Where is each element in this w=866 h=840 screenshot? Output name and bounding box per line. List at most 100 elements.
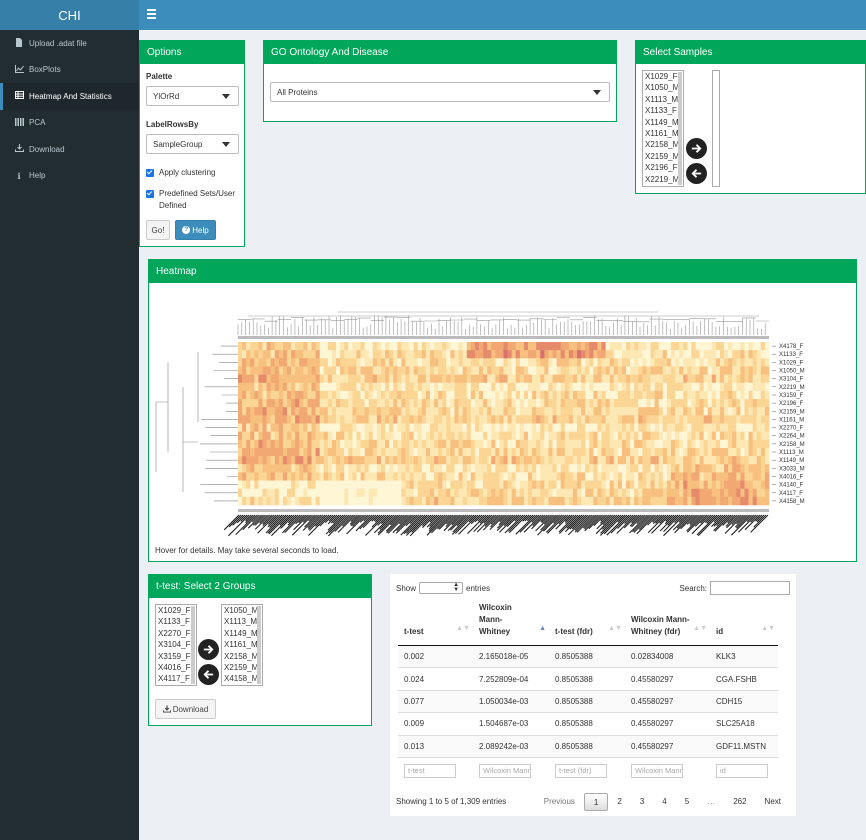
palette-select[interactable]: YlOrRd bbox=[146, 86, 239, 106]
heatmap-row-label: X4117_F bbox=[779, 491, 803, 497]
barcode-icon bbox=[14, 117, 24, 128]
sidebar-item-heatmap[interactable]: Heatmap And Statistics bbox=[0, 83, 139, 110]
menu-toggle-icon[interactable] bbox=[147, 9, 156, 19]
column-label: t-test bbox=[404, 627, 424, 636]
page-button[interactable]: 3 bbox=[631, 793, 653, 811]
apply-clustering-checkbox[interactable]: Apply clustering bbox=[146, 167, 241, 179]
filter-cell: Wilcoxin Mann-W bbox=[473, 757, 549, 784]
sidebar-item-download[interactable]: Download bbox=[0, 136, 139, 163]
sidebar-item-help[interactable]: i Help bbox=[0, 163, 139, 190]
filter-cell: id bbox=[710, 757, 778, 784]
ttest-group2-list[interactable]: X1050_M X1113_M X1149_M X1161_M X2158_M X2159… bbox=[221, 604, 263, 686]
heatmap-row-label: X2196_F bbox=[779, 401, 804, 407]
column-filter-input[interactable]: t-test (fdr) bbox=[555, 763, 607, 778]
predefined-sets-checkbox[interactable]: Predefined Sets/User Defined bbox=[146, 188, 241, 212]
table-row[interactable]: 0.013 2.089242e-03 0.8505388 0.45580297 GDF1… bbox=[398, 735, 778, 758]
options-title: Options bbox=[140, 41, 244, 64]
list-item[interactable]: X1149_M bbox=[222, 628, 262, 639]
list-item[interactable]: X1050_M bbox=[643, 82, 683, 93]
list-item[interactable]: X1149_M bbox=[643, 117, 683, 128]
go-ontology-select[interactable]: All Proteins bbox=[270, 82, 610, 102]
list-item[interactable]: X4117_F bbox=[156, 673, 196, 684]
table-row[interactable]: 0.077 1.050034e-03 0.8505388 0.45580297 CDH1… bbox=[398, 690, 778, 714]
ttest-group1-list[interactable]: X1029_F X1133_F X2270_F X3104_F X3159_F X4016… bbox=[155, 604, 197, 686]
list-item[interactable]: X3104_F bbox=[156, 639, 196, 650]
table-row[interactable]: 0.009 1.504687e-03 0.8505388 0.45580297 SLC2… bbox=[398, 712, 778, 736]
list-item[interactable]: X2270_F bbox=[156, 628, 196, 639]
filter-cell: t-test (fdr) bbox=[549, 757, 625, 784]
sidebar-item-pca[interactable]: PCA bbox=[0, 110, 139, 137]
select-samples-panel: Select Samples X1029_F X1050_M X1113_M X113… bbox=[635, 40, 866, 194]
select-samples-title: Select Samples bbox=[636, 41, 865, 64]
labelrows-select[interactable]: SampleGroup bbox=[146, 134, 239, 154]
filter-cell: t-test bbox=[398, 757, 473, 784]
next-page-button[interactable]: Next bbox=[756, 793, 790, 811]
ttest-move-right-button[interactable] bbox=[198, 639, 219, 660]
list-item[interactable]: X2196_F bbox=[643, 162, 683, 173]
list-item[interactable]: X1161_M bbox=[643, 128, 683, 139]
scrollbar[interactable] bbox=[191, 606, 195, 684]
list-item[interactable]: X1029_F bbox=[156, 605, 196, 616]
list-item[interactable]: X1113_M bbox=[643, 94, 683, 105]
list-item[interactable]: X1133_F bbox=[156, 616, 196, 627]
table-row[interactable]: 0.002 2.165018e-05 0.8505388 0.02834008 KLK3 bbox=[398, 645, 778, 669]
page-button[interactable]: 262 bbox=[724, 793, 755, 811]
column-annotation-bar bbox=[238, 509, 769, 512]
sidebar-item-upload[interactable]: Upload .adat file bbox=[0, 30, 139, 57]
samples-selected-list[interactable] bbox=[712, 70, 720, 187]
page-button[interactable]: 5 bbox=[676, 793, 698, 811]
move-right-button[interactable] bbox=[686, 138, 707, 159]
search-input[interactable] bbox=[710, 581, 790, 595]
column-header-wilcoxin-fdr[interactable]: Wilcoxin Mann-Whitney (fdr) ▲▼ bbox=[625, 602, 710, 646]
heatmap-title: Heatmap bbox=[149, 260, 856, 283]
list-item[interactable]: X2219_M bbox=[643, 174, 683, 185]
scrollbar[interactable] bbox=[257, 606, 261, 684]
go-button[interactable]: Go! bbox=[146, 220, 170, 240]
prev-page-button[interactable]: Previous bbox=[535, 793, 584, 811]
entries-select[interactable]: ▲ ▼ bbox=[419, 582, 464, 594]
heatmap-row-label: X4140_F bbox=[779, 483, 804, 489]
samples-available-list[interactable]: X1029_F X1050_M X1113_M X1133_F X1149_M X1161… bbox=[642, 70, 684, 187]
page-button[interactable]: 2 bbox=[608, 793, 630, 811]
list-item[interactable]: X4158_M bbox=[222, 673, 262, 684]
column-header-ttest-fdr[interactable]: t-test (fdr) ▲▼ bbox=[549, 602, 625, 646]
help-button[interactable]: ? Help bbox=[175, 220, 216, 240]
page-button: … bbox=[707, 797, 716, 806]
page-button[interactable]: 4 bbox=[653, 793, 675, 811]
list-item[interactable]: X2159_M bbox=[643, 151, 683, 162]
table-cell: 0.45580297 bbox=[625, 712, 710, 736]
list-item[interactable]: X3159_F bbox=[156, 651, 196, 662]
sort-ascending-icon: ▲ bbox=[539, 625, 546, 632]
list-item[interactable]: X2158_M bbox=[643, 139, 683, 150]
heatmap-plot[interactable]: X4178_F X1133_F X1029_F X1050_M X3104_F X2219… bbox=[149, 283, 856, 538]
list-item[interactable]: X1050_M bbox=[222, 605, 262, 616]
move-left-button[interactable] bbox=[686, 163, 707, 184]
ttest-move-left-button[interactable] bbox=[198, 664, 219, 685]
table-row[interactable]: 0.024 7.252809e-04 0.8505388 0.45580297 CGA.… bbox=[398, 667, 778, 691]
list-item[interactable]: X1029_F bbox=[643, 71, 683, 82]
list-item[interactable]: X1161_M bbox=[222, 639, 262, 650]
list-item[interactable]: X1133_F bbox=[643, 105, 683, 116]
app-logo[interactable]: CHI bbox=[0, 0, 139, 30]
heatmap-cells[interactable] bbox=[238, 342, 770, 506]
column-header-id[interactable]: id ▲▼ bbox=[710, 602, 778, 646]
column-filter-input[interactable]: Wilcoxin Mann-W bbox=[631, 763, 683, 778]
list-item[interactable]: X1113_M bbox=[222, 616, 262, 627]
scrollbar[interactable] bbox=[678, 72, 682, 185]
column-filter-input[interactable]: t-test bbox=[404, 763, 456, 778]
list-item[interactable]: X2159_M bbox=[222, 662, 262, 673]
column-annotation-bar bbox=[238, 336, 769, 339]
column-filter-input[interactable]: Wilcoxin Mann-W bbox=[479, 763, 531, 778]
download-button[interactable]: Download bbox=[155, 699, 216, 719]
page-button[interactable]: 1 bbox=[583, 793, 609, 811]
column-header-wilcoxin[interactable]: Wilcoxin Mann-Whitney ▲ bbox=[473, 602, 549, 646]
table-cell: 0.8505388 bbox=[549, 735, 625, 758]
list-item[interactable]: X2158_M bbox=[222, 651, 262, 662]
list-item[interactable]: X4016_F bbox=[156, 662, 196, 673]
arrow-left-icon bbox=[691, 169, 702, 178]
column-header-ttest[interactable]: t-test ▲▼ bbox=[398, 602, 473, 646]
column-filter-input[interactable]: id bbox=[716, 763, 768, 778]
sidebar-item-boxplots[interactable]: BoxPlots bbox=[0, 57, 139, 84]
sort-icon: ▲▼ bbox=[608, 625, 622, 632]
entries-label: entries bbox=[466, 583, 491, 593]
